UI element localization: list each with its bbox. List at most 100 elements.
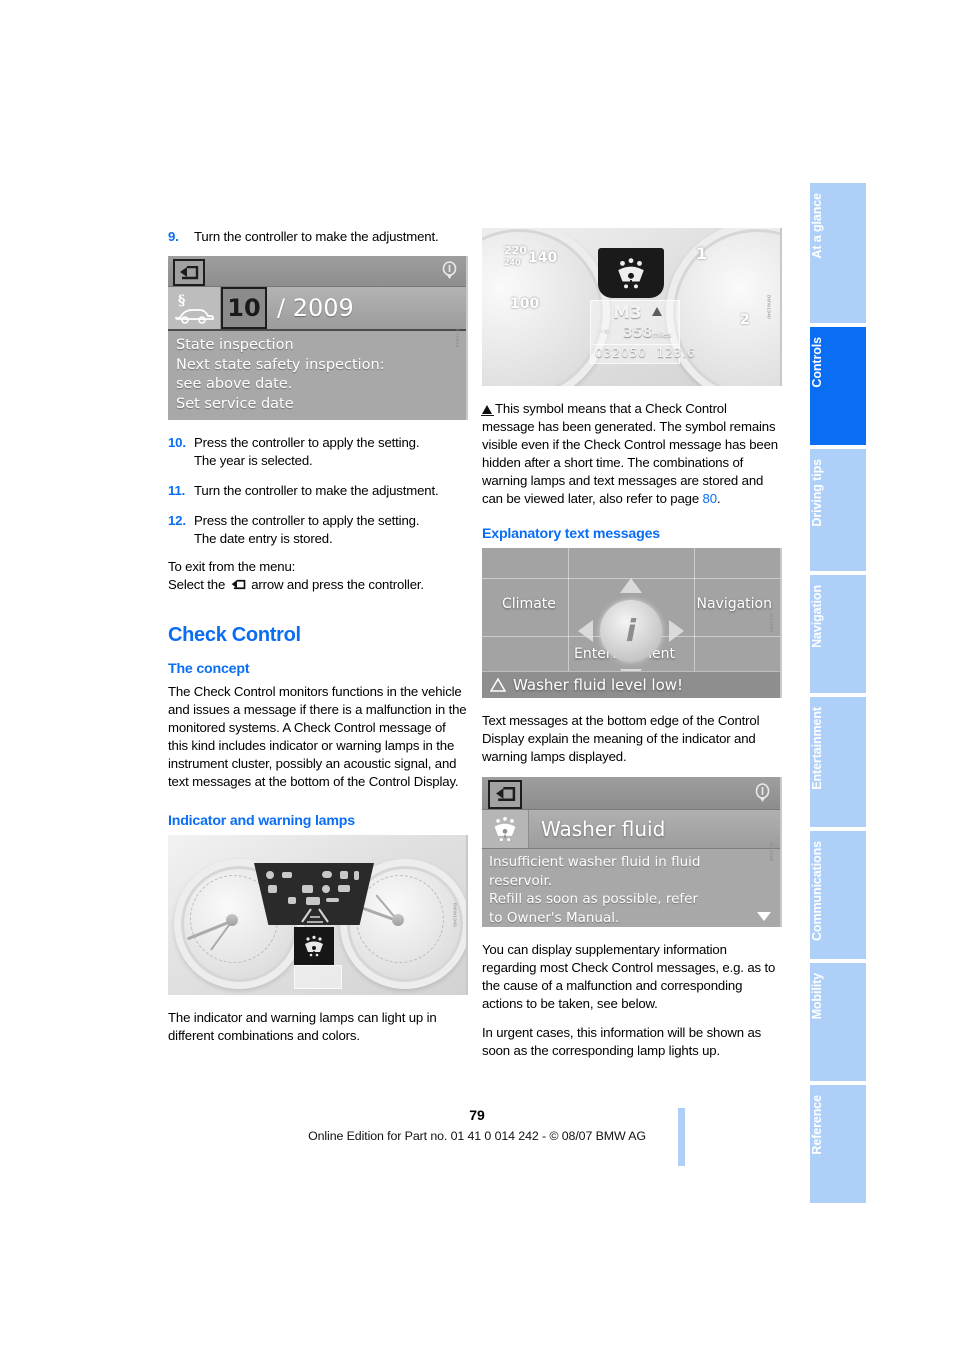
sidebar-item-mobility[interactable]: Mobility — [810, 963, 866, 1081]
sidebar-item-driving-tips[interactable]: Driving tips — [810, 449, 866, 571]
speedometer-hub — [226, 914, 238, 926]
step-12: 12. Press the controller to apply the se… — [168, 512, 468, 548]
concept-heading: The concept — [168, 661, 250, 677]
figure-washer-fluid-detail: Washer fluid Insufficient washer fluid i… — [482, 777, 782, 927]
figure-reference-code: BMW1940 — [452, 902, 458, 928]
page-reference-link[interactable]: 80 — [703, 491, 718, 506]
sidebar-item-label: Reference — [810, 1095, 824, 1155]
service-date-body: State inspection Next state safety inspe… — [168, 331, 466, 414]
cluster-warning-image: 220 240 140 100 1 2 M3 →▪ 358miles 03205… — [482, 228, 780, 386]
lamp-lights-icon — [338, 885, 350, 892]
back-arrow-icon[interactable] — [173, 259, 205, 286]
gear-indicator: M3 — [613, 303, 642, 323]
check-control-triangle-icon — [652, 307, 662, 316]
instrument-cluster-image — [168, 835, 466, 995]
washer-fluid-icon — [482, 810, 529, 848]
back-arrow-icon[interactable] — [488, 780, 522, 809]
idrive-service-date-screen: § 10 / 2009 State inspection Next state … — [168, 256, 466, 420]
sidebar-item-label: Mobility — [810, 973, 824, 1020]
speed-tick-240: 240 — [504, 258, 521, 267]
sidebar-item-controls[interactable]: Controls — [810, 327, 866, 445]
chevron-up-icon[interactable] — [620, 578, 642, 593]
sidebar-item-label: Controls — [810, 337, 824, 388]
warning-triangle-icon — [490, 678, 506, 692]
symbol-note: This symbol means that a Check Control m… — [480, 401, 778, 506]
detail-line-3: to Owner's Manual. — [489, 909, 620, 926]
sidebar-item-communications[interactable]: Communications — [810, 831, 866, 959]
chevron-left-icon[interactable] — [578, 620, 593, 642]
menu-item-navigation[interactable]: Navigation — [696, 596, 772, 612]
step-10-line1: Press the controller to apply the settin… — [194, 435, 420, 450]
urgent-body: In urgent cases, this information will b… — [482, 1025, 762, 1058]
sidebar-item-label: Communications — [810, 841, 824, 941]
idrive-controller-hub[interactable]: i — [578, 578, 684, 684]
figure-reference-code: GY1936 — [768, 842, 774, 862]
concept-body: The Check Control monitors functions in … — [168, 684, 467, 789]
page-title: Check Control — [168, 624, 301, 646]
fuel-arrow-icon: →▪ — [596, 327, 610, 337]
figure-instrument-cluster: BMW1940 — [168, 835, 468, 995]
grid-line-v1 — [568, 548, 569, 672]
service-line-2: see above date. — [176, 376, 293, 392]
figure-service-date: § 10 / 2009 State inspection Next state … — [168, 256, 468, 420]
info-icon[interactable] — [754, 783, 771, 803]
step-9: 9. Turn the controller to make the adjus… — [168, 228, 468, 246]
step-9-number: 9. — [168, 229, 179, 244]
step-11-line1: Turn the controller to make the adjustme… — [194, 483, 439, 498]
lamp-dsc-icon — [302, 885, 313, 893]
menu-item-climate[interactable]: Climate — [502, 596, 556, 612]
washer-fluid-glyph — [494, 817, 516, 842]
speed-tick-220: 220 — [504, 244, 527, 257]
odometer-and-trip: 032050 123.6 — [595, 346, 696, 360]
figure-reference-code: GY1935 — [768, 613, 774, 633]
tachometer-dial — [666, 228, 780, 386]
month-value[interactable]: 10 — [221, 287, 267, 329]
lane-departure-icon — [301, 908, 329, 923]
explanatory-heading: Explanatory text messages — [482, 526, 660, 542]
lamps-heading: Indicator and warning lamps — [168, 813, 355, 829]
check-control-message-text: Washer fluid level low! — [513, 676, 684, 694]
step-11: 11. Turn the controller to make the adju… — [168, 482, 468, 500]
detail-title-row: Washer fluid — [482, 810, 780, 849]
figure-idrive-menu: Climate Navigation Entertainment i Washe… — [482, 548, 782, 698]
speed-tick-140: 140 — [528, 250, 558, 266]
scroll-down-icon[interactable] — [757, 912, 771, 921]
washer-fluid-detail-screen: Washer fluid Insufficient washer fluid i… — [482, 777, 780, 927]
exit-line-2-before: Select the — [168, 577, 226, 592]
step-12-line2: The date entry is stored. — [194, 531, 333, 546]
info-idrive-icon: i — [600, 600, 662, 662]
sidebar-item-label: Navigation — [810, 585, 824, 648]
year-value[interactable]: / 2009 — [267, 287, 466, 329]
idrive-top-bar — [168, 256, 466, 287]
detail-line-1: reservoir. — [489, 872, 553, 889]
warning-lamp-panel — [254, 863, 374, 925]
exit-menu-line: To exit from the menu: Select the arrow … — [168, 558, 468, 594]
step-9-text: Turn the controller to make the adjustme… — [194, 229, 439, 244]
lamp-airbag-icon — [288, 897, 296, 904]
step-10-line2: The year is selected. — [194, 453, 313, 468]
figure-cluster-warning: 220 240 140 100 1 2 M3 →▪ 358miles 03205… — [482, 228, 782, 386]
chevron-right-icon[interactable] — [669, 620, 684, 642]
sidebar-item-reference[interactable]: Reference — [810, 1085, 866, 1203]
back-arrow-icon — [231, 577, 246, 590]
section-tabs: At a glance Controls Driving tips Naviga… — [810, 183, 866, 1207]
service-vehicle-icon: § — [168, 287, 221, 329]
step-10: 10. Press the controller to apply the se… — [168, 434, 468, 470]
detail-title: Washer fluid — [541, 817, 666, 841]
cluster-lcd: M3 →▪ 358miles 032050 123.6 — [590, 300, 695, 364]
sidebar-item-at-a-glance[interactable]: At a glance — [810, 183, 866, 323]
sidebar-item-navigation[interactable]: Navigation — [810, 575, 866, 693]
sidebar-item-label: Driving tips — [810, 459, 824, 527]
info-icon[interactable] — [441, 261, 458, 280]
lcd-divider — [593, 344, 677, 345]
step-12-number: 12. — [168, 513, 186, 528]
odometer-value: 032050 — [595, 346, 647, 360]
supplementary-body: You can display supplementary informatio… — [482, 942, 776, 1011]
sidebar-item-entertainment[interactable]: Entertainment — [810, 697, 866, 827]
lamp-battery-icon — [354, 871, 359, 880]
sidebar-item-label: Entertainment — [810, 707, 824, 790]
footer-line: Online Edition for Part no. 01 41 0 014 … — [308, 1129, 646, 1143]
back-arrow-glyph — [495, 787, 515, 802]
